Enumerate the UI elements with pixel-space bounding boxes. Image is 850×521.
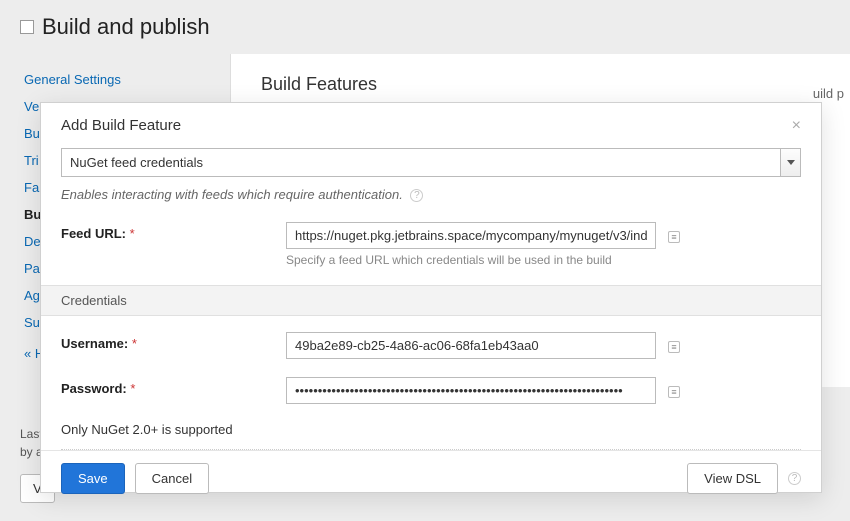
- password-row: Password: * ≡: [61, 377, 801, 404]
- username-row: Username: * ≡: [61, 332, 801, 359]
- feed-url-label: Feed URL: *: [61, 222, 286, 241]
- cancel-button[interactable]: Cancel: [135, 463, 209, 494]
- close-icon[interactable]: ×: [792, 118, 801, 134]
- vars-icon[interactable]: ≡: [668, 231, 680, 243]
- modal-title: Add Build Feature: [61, 117, 181, 134]
- modal-footer: Save Cancel View DSL ?: [41, 450, 821, 506]
- feature-type-value: NuGet feed credentials: [61, 148, 801, 177]
- help-icon[interactable]: ?: [410, 189, 423, 202]
- modal-backdrop: Add Build Feature × NuGet feed credentia…: [0, 0, 850, 521]
- password-input[interactable]: [286, 377, 656, 404]
- feature-description: Enables interacting with feeds which req…: [61, 187, 801, 202]
- modal-body: NuGet feed credentials Enables interacti…: [41, 144, 821, 450]
- modal-header: Add Build Feature ×: [41, 103, 821, 144]
- vars-icon[interactable]: ≡: [668, 341, 680, 353]
- add-build-feature-dialog: Add Build Feature × NuGet feed credentia…: [40, 102, 822, 493]
- username-input[interactable]: [286, 332, 656, 359]
- password-label: Password: *: [61, 377, 286, 396]
- vars-icon[interactable]: ≡: [668, 386, 680, 398]
- feed-url-input[interactable]: [286, 222, 656, 249]
- view-dsl-button[interactable]: View DSL: [687, 463, 778, 494]
- support-note: Only NuGet 2.0+ is supported: [61, 422, 801, 437]
- feature-type-select[interactable]: NuGet feed credentials: [61, 148, 801, 177]
- credentials-heading: Credentials: [41, 285, 821, 316]
- help-icon[interactable]: ?: [788, 472, 801, 485]
- save-button[interactable]: Save: [61, 463, 125, 494]
- label-text: Password:: [61, 381, 127, 396]
- description-text: Enables interacting with feeds which req…: [61, 187, 403, 202]
- username-label: Username: *: [61, 332, 286, 351]
- feed-url-row: Feed URL: * Specify a feed URL which cre…: [61, 222, 801, 267]
- label-text: Username:: [61, 336, 128, 351]
- feed-url-hint: Specify a feed URL which credentials wil…: [286, 253, 656, 267]
- label-text: Feed URL:: [61, 226, 126, 241]
